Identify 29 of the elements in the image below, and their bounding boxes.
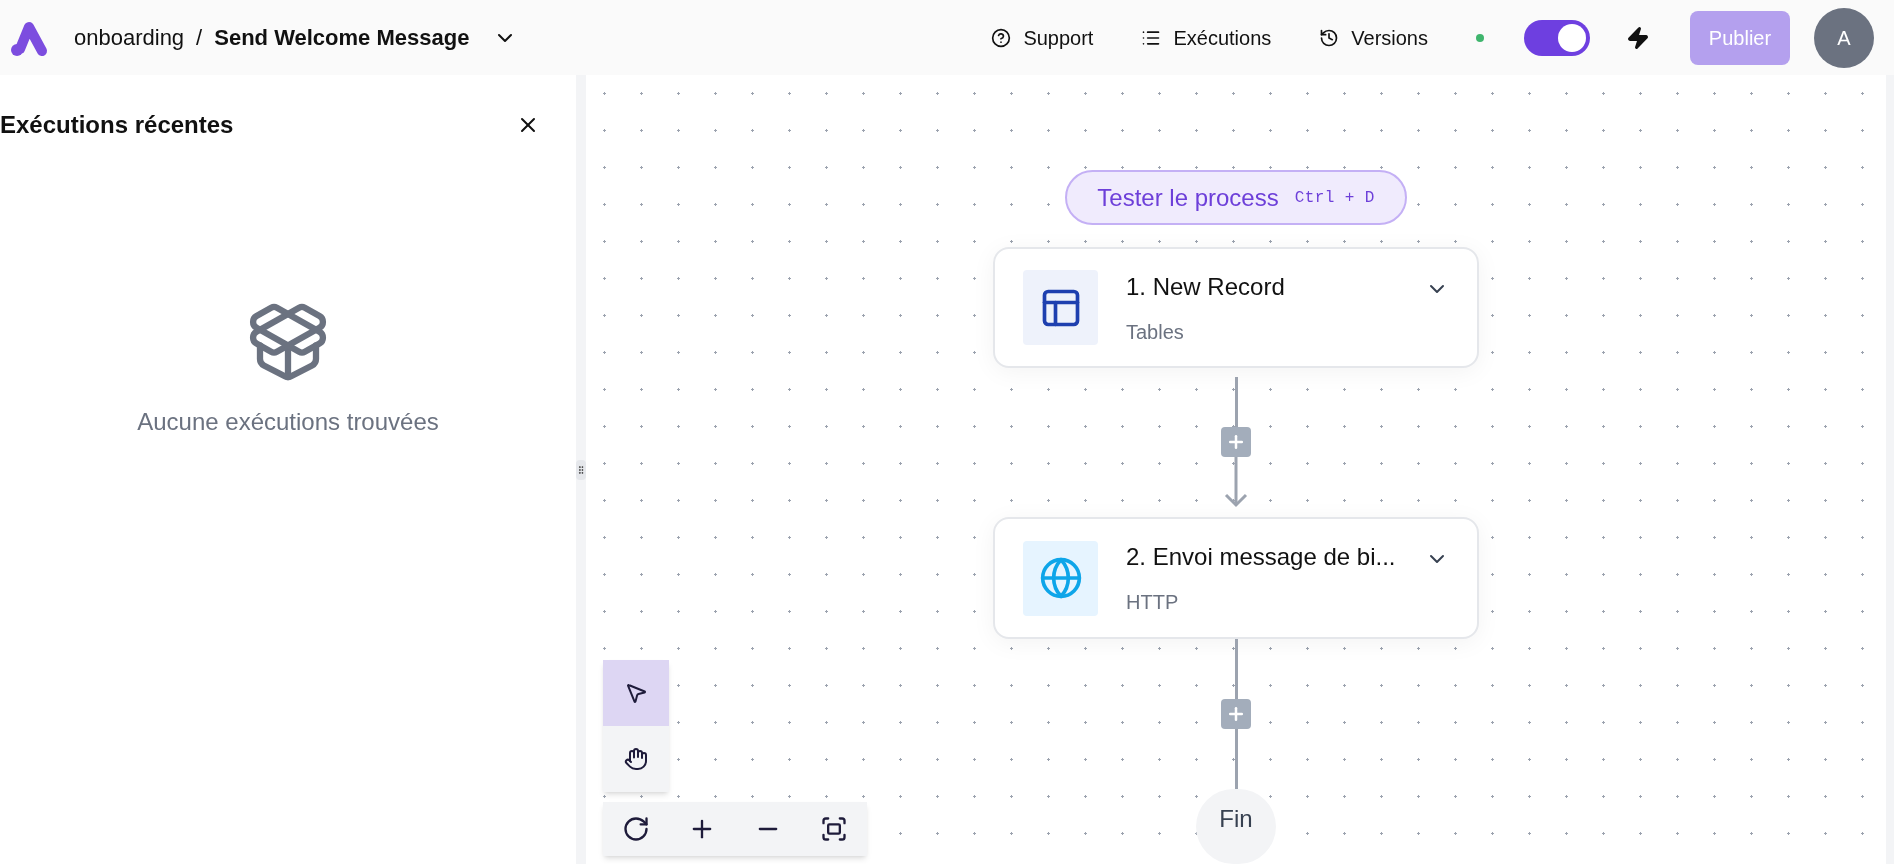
nav-button[interactable]: Versions xyxy=(1319,22,1428,53)
bolt-icon[interactable] xyxy=(1626,25,1650,50)
resize-handle[interactable] xyxy=(576,459,586,480)
reset-icon[interactable] xyxy=(622,815,650,843)
test-flow-button[interactable]: Tester le process Ctrl + D xyxy=(1065,170,1407,226)
breadcrumb-separator: / xyxy=(196,24,203,52)
panel-title: Exécutions récentes xyxy=(0,110,234,140)
step-title: 2. Envoi message de bi... xyxy=(1126,542,1397,573)
globe-icon xyxy=(1038,556,1083,601)
arrow-line xyxy=(1224,456,1248,509)
step-app: HTTP xyxy=(1126,590,1180,616)
end-label: Fin xyxy=(1219,803,1253,834)
empty-message: Aucune exécutions trouvées xyxy=(137,407,439,437)
step-card[interactable]: 2. Envoi message de bi... HTTP xyxy=(993,517,1479,639)
hand-icon xyxy=(624,747,648,771)
fit-view-icon[interactable] xyxy=(820,815,848,843)
step-card[interactable]: 1. New Record Tables xyxy=(993,247,1479,369)
step-title: 1. New Record xyxy=(1126,271,1286,302)
nav-button[interactable]: Support xyxy=(991,22,1094,53)
pointer-icon xyxy=(624,681,648,705)
nav-button[interactable]: Exécutions xyxy=(1141,22,1272,53)
flow-title[interactable]: Send Welcome Message xyxy=(214,21,470,54)
help-icon xyxy=(991,27,1012,48)
history-icon xyxy=(1319,27,1340,48)
project-name[interactable]: onboarding xyxy=(74,21,185,54)
tool-button[interactable] xyxy=(603,726,669,792)
user-avatar[interactable]: A xyxy=(1814,7,1874,68)
step-app: Tables xyxy=(1126,319,1185,345)
toggle-switch[interactable] xyxy=(1524,19,1590,56)
